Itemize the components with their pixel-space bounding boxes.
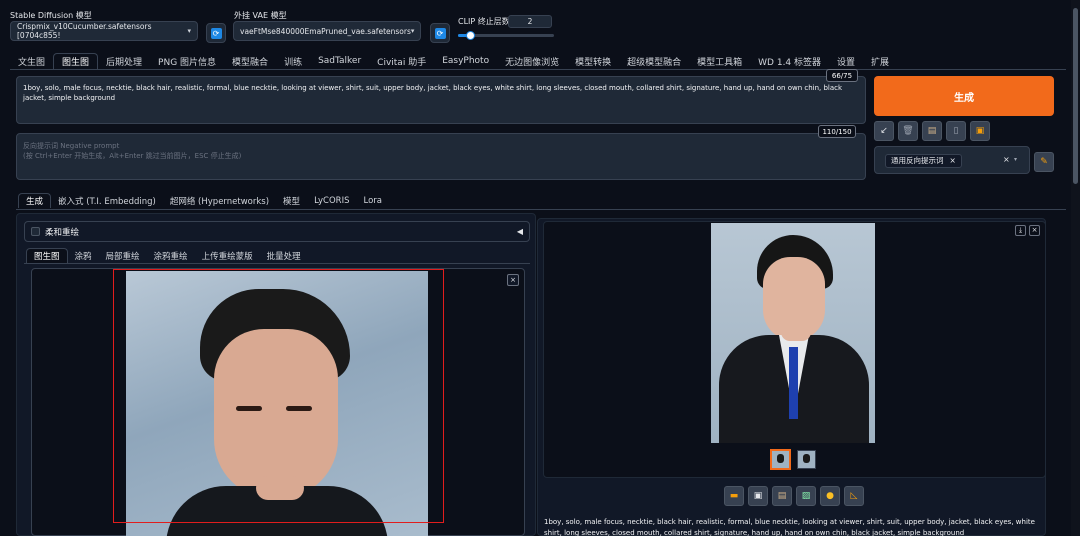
chevron-down-icon: ▾ xyxy=(410,27,415,35)
refresh-icon: ⟳ xyxy=(434,27,446,39)
clear-prompt-button[interactable]: 🗑 xyxy=(898,121,918,141)
send-to-img2img-button[interactable]: ▨ xyxy=(796,486,816,506)
ruler-icon: ◺ xyxy=(850,491,858,501)
clipboard-icon: ▤ xyxy=(927,126,937,136)
clip-slider[interactable] xyxy=(458,31,554,40)
zip-button[interactable]: ▤ xyxy=(772,486,792,506)
main-tab[interactable]: 文生图 xyxy=(10,53,53,69)
soft-inpaint-label: 柔和重绘 xyxy=(45,227,80,238)
prompt-textarea[interactable]: 1boy, solo, male focus, necktie, black h… xyxy=(16,76,866,124)
main-tab[interactable]: 超级模型融合 xyxy=(619,53,689,69)
negative-prompt-placeholder-2: (按 Ctrl+Enter 开始生成，Alt+Enter 跳过当前图片，ESC … xyxy=(23,152,242,160)
main-tab[interactable]: 无边图像浏览 xyxy=(497,53,567,69)
sub-tab[interactable]: 生成 xyxy=(18,193,52,208)
img2img-tab[interactable]: 涂鸦 xyxy=(68,248,99,263)
folder-icon: ▬ xyxy=(729,491,739,501)
arrow-icon: ↙ xyxy=(880,126,888,136)
refresh-sd-model-button[interactable]: ⟳ xyxy=(206,23,226,43)
clipboard-icon: ▤ xyxy=(777,491,787,501)
output-photo xyxy=(711,223,875,443)
vae-select[interactable]: vaeFtMse840000EmaPruned_vae.safetensors … xyxy=(233,21,421,41)
styles-select[interactable]: 通用反向提示词 × × ▾ xyxy=(874,146,1030,174)
read-params-button[interactable]: ↙ xyxy=(874,121,894,141)
palette-icon: ● xyxy=(826,491,834,501)
send-to-inpaint-button[interactable]: ● xyxy=(820,486,840,506)
negative-token-counter: 110/150 xyxy=(818,125,856,138)
main-tab[interactable]: 图生图 xyxy=(53,53,99,69)
img2img-tab[interactable]: 图生图 xyxy=(26,248,68,263)
img2img-tab[interactable]: 涂鸦重绘 xyxy=(147,248,195,263)
sub-tab[interactable]: Lora xyxy=(356,193,389,208)
negative-prompt-placeholder-1: 反向提示词 Negative prompt xyxy=(23,142,120,150)
main-tab[interactable]: Civitai 助手 xyxy=(369,53,434,69)
collapse-icon[interactable]: ◀ xyxy=(517,227,523,236)
thumbnail-1[interactable] xyxy=(770,449,791,470)
save-icon: ▣ xyxy=(753,491,763,501)
generate-button[interactable]: 生成 xyxy=(874,76,1054,116)
send-to-extras-button[interactable]: ◺ xyxy=(844,486,864,506)
clip-label: CLIP 终止层数 xyxy=(458,17,510,26)
apply-style-button[interactable]: ▤ xyxy=(922,121,942,141)
close-icon[interactable]: × xyxy=(1029,225,1040,236)
vae-label: 外挂 VAE 模型 xyxy=(234,11,287,20)
close-icon[interactable]: × xyxy=(1003,155,1010,164)
trash-icon: 🗑 xyxy=(902,126,914,136)
necktie-shape xyxy=(789,347,798,419)
main-tab[interactable]: 模型转换 xyxy=(567,53,619,69)
refresh-icon: ⟳ xyxy=(210,27,222,39)
save-button[interactable]: ▣ xyxy=(748,486,768,506)
sd-model-label: Stable Diffusion 模型 xyxy=(10,11,92,20)
open-folder-button[interactable]: ▬ xyxy=(724,486,744,506)
main-tab[interactable]: SadTalker xyxy=(310,53,369,69)
main-tab[interactable]: EasyPhoto xyxy=(434,53,497,69)
save-icon: ▣ xyxy=(975,126,985,136)
image-icon: ▨ xyxy=(801,491,811,501)
img2img-tab[interactable]: 局部重绘 xyxy=(99,248,147,263)
sub-tab[interactable]: 嵌入式 (T.I. Embedding) xyxy=(51,193,163,208)
sub-tab[interactable]: 模型 xyxy=(276,193,307,208)
main-tab[interactable]: 模型融合 xyxy=(224,53,276,69)
hand-shape xyxy=(781,323,811,341)
prompt-token-counter: 66/75 xyxy=(826,69,858,82)
soft-inpaint-accordion[interactable]: 柔和重绘 ◀ xyxy=(24,221,530,242)
thumbnail-2[interactable] xyxy=(797,450,816,469)
scrollbar-thumb[interactable] xyxy=(1073,8,1078,184)
sd-model-select[interactable]: Crispmix_v10Cucumber.safetensors [0704c8… xyxy=(10,21,198,41)
clip-slider-knob[interactable] xyxy=(465,31,475,40)
page-scrollbar[interactable] xyxy=(1071,0,1080,536)
style-chip[interactable]: 通用反向提示词 × xyxy=(885,154,962,168)
main-tab[interactable]: WD 1.4 标签器 xyxy=(750,53,829,69)
output-caption: 1boy, solo, male focus, necktie, black h… xyxy=(544,518,1035,536)
main-tab[interactable]: 训练 xyxy=(276,53,310,69)
chevron-down-icon: ▾ xyxy=(187,27,191,35)
main-tab[interactable]: 模型工具箱 xyxy=(689,53,750,69)
main-tab[interactable]: 扩展 xyxy=(863,53,897,69)
refresh-vae-button[interactable]: ⟳ xyxy=(430,23,450,43)
img2img-tab[interactable]: 上传重绘蒙版 xyxy=(195,248,260,263)
image-icon: ▯ xyxy=(953,126,959,136)
chevron-down-icon: ▾ xyxy=(1014,156,1018,163)
save-style-button[interactable]: ▣ xyxy=(970,121,990,141)
sd-model-value: Crispmix_v10Cucumber.safetensors [0704c8… xyxy=(17,22,152,40)
sub-tab[interactable]: LyCORIS xyxy=(307,193,356,208)
main-tab[interactable]: PNG 图片信息 xyxy=(150,53,224,69)
download-icon[interactable]: ⤓ xyxy=(1015,225,1026,236)
sub-tab[interactable]: 超网络 (Hypernetworks) xyxy=(163,193,276,208)
clip-value-input[interactable]: 2 xyxy=(508,15,552,28)
negative-prompt-textarea[interactable]: 反向提示词 Negative prompt (按 Ctrl+Enter 开始生成… xyxy=(16,133,866,180)
close-icon[interactable]: × xyxy=(950,155,956,167)
main-tab[interactable]: 后期处理 xyxy=(98,53,150,69)
selection-box xyxy=(113,269,444,523)
extra-networks-button[interactable]: ▯ xyxy=(946,121,966,141)
img2img-tab[interactable]: 批量处理 xyxy=(260,248,308,263)
style-chip-label: 通用反向提示词 xyxy=(891,156,944,165)
vae-value: vaeFtMse840000EmaPruned_vae.safetensors xyxy=(240,26,411,36)
pencil-icon: ✎ xyxy=(1040,157,1048,167)
main-tab[interactable]: 设置 xyxy=(829,53,863,69)
soft-inpaint-checkbox[interactable] xyxy=(31,227,40,236)
close-icon[interactable]: × xyxy=(507,274,519,286)
edit-styles-button[interactable]: ✎ xyxy=(1034,152,1054,172)
prompt-text: 1boy, solo, male focus, necktie, black h… xyxy=(23,84,843,102)
